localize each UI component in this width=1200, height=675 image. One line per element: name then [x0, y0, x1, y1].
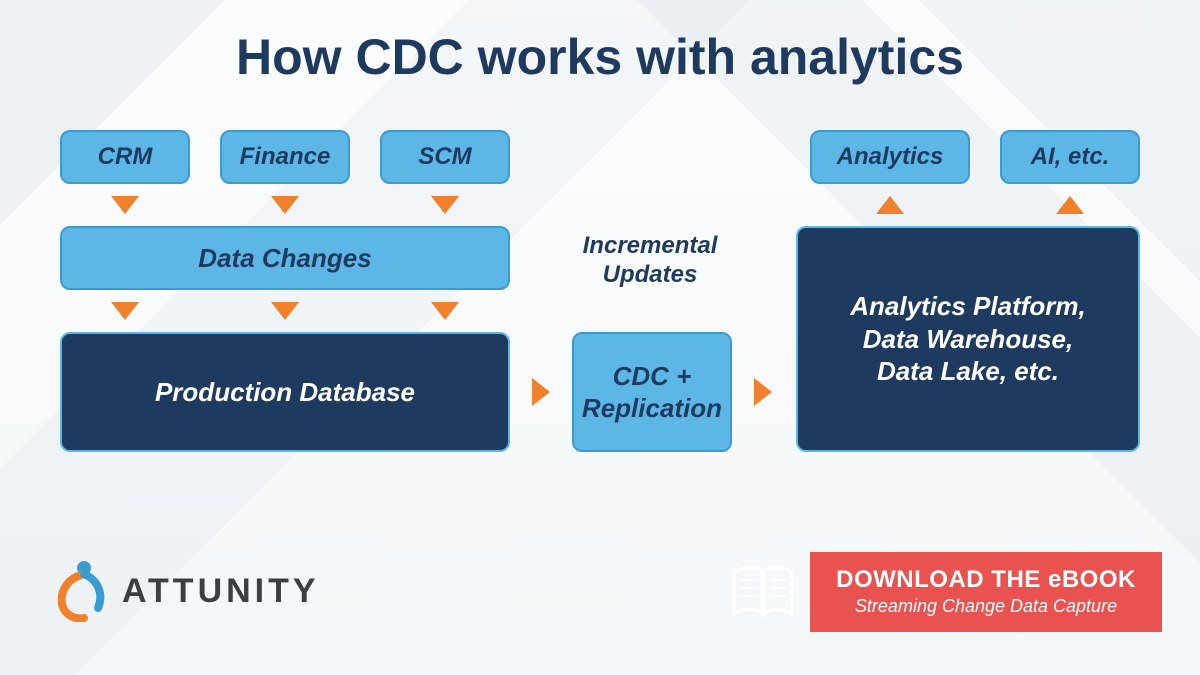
analytics-platform-box: Analytics Platform, Data Warehouse, Data… — [796, 226, 1140, 452]
arrow-down-icon — [111, 196, 139, 214]
book-icon — [730, 564, 796, 625]
arrow-down-icon — [431, 302, 459, 320]
arrow-down-icon — [271, 196, 299, 214]
output-analytics: Analytics — [810, 130, 970, 184]
production-database-box: Production Database — [60, 332, 510, 452]
data-changes-box: Data Changes — [60, 226, 510, 290]
cta-title: DOWNLOAD THE eBOOK — [836, 566, 1136, 594]
source-scm: SCM — [380, 130, 510, 184]
arrow-up-icon — [876, 196, 904, 214]
attunity-logo-text: ATTUNITY — [122, 572, 320, 611]
cdc-replication-box: CDC + Replication — [572, 332, 732, 452]
page-title: How CDC works with analytics — [0, 28, 1200, 86]
cta-subtitle: Streaming Change Data Capture — [855, 596, 1117, 617]
arrow-right-icon — [532, 378, 550, 406]
arrow-up-icon — [1056, 196, 1084, 214]
arrow-right-icon — [754, 378, 772, 406]
source-crm: CRM — [60, 130, 190, 184]
arrow-down-icon — [271, 302, 299, 320]
output-ai: AI, etc. — [1000, 130, 1140, 184]
arrow-down-icon — [111, 302, 139, 320]
download-ebook-button[interactable]: DOWNLOAD THE eBOOK Streaming Change Data… — [810, 552, 1162, 632]
incremental-updates-label: Incremental Updates — [560, 232, 740, 290]
attunity-logo-icon — [54, 560, 108, 622]
source-finance: Finance — [220, 130, 350, 184]
arrow-down-icon — [431, 196, 459, 214]
attunity-logo: ATTUNITY — [54, 560, 320, 622]
